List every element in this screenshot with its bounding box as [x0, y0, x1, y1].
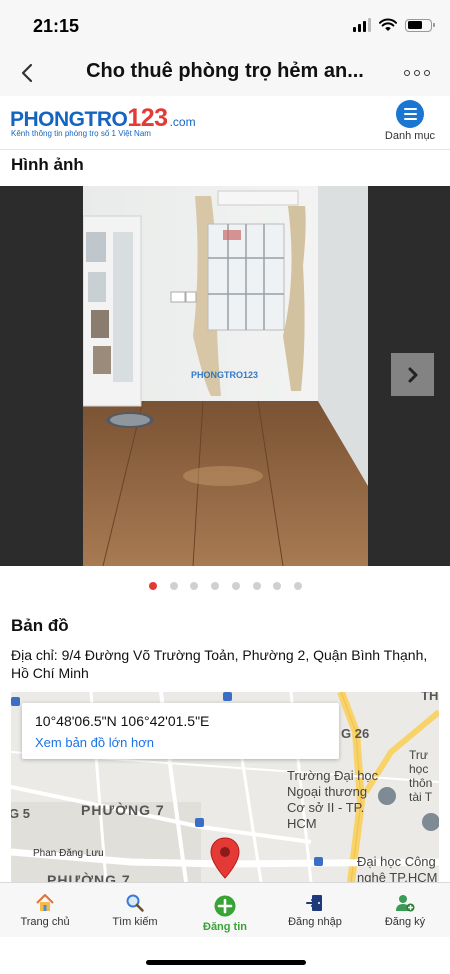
map-view[interactable]: PHƯỜNG 7 PHƯỜNG 7 G 5 G 26 TH Phan Đăng …	[11, 692, 439, 882]
image-gallery[interactable]: PHONGTRO123	[0, 186, 450, 566]
home-icon	[36, 894, 54, 911]
more-options-icon[interactable]	[404, 70, 430, 76]
menu-label: Danh mục	[384, 130, 436, 142]
battery-icon	[405, 18, 435, 32]
search-icon	[126, 894, 144, 912]
tab-register[interactable]: Đăng ký	[360, 889, 450, 935]
pagination-dot[interactable]	[149, 582, 157, 590]
site-header: PHONGTRO 123 .com Kênh thông tin phòng t…	[0, 96, 450, 150]
tab-home-label: Trang chủ	[20, 916, 70, 928]
pagination-dot[interactable]	[231, 582, 240, 590]
map-label-university: Trường Đại học Ngoại thương Cơ sở II - T…	[287, 768, 379, 831]
photo-watermark: PHONGTRO123	[191, 370, 258, 380]
home-indicator	[146, 960, 306, 965]
tab-search[interactable]: Tìm kiếm	[90, 889, 180, 935]
status-time: 21:15	[33, 16, 80, 36]
tab-search-label: Tìm kiếm	[112, 916, 158, 928]
map-label-university2: Đại học Công nghệ TP.HCM	[357, 854, 438, 882]
add-post-icon	[214, 895, 236, 917]
address-text: Địa chỉ: 9/4 Đường Võ Trường Toản, Phườn…	[11, 647, 428, 681]
logo-domain-text: .com	[169, 115, 196, 129]
status-bar: 21:15	[0, 0, 450, 52]
map-label-ward5: G 5	[11, 806, 30, 821]
room-photo: PHONGTRO123	[83, 186, 368, 566]
login-icon	[306, 895, 322, 911]
map-label-ward26: G 26	[341, 726, 370, 741]
next-image-button[interactable]	[391, 353, 434, 396]
map-coordinates: 10°48'06.5"N 106°42'01.5"E	[35, 713, 210, 729]
back-icon[interactable]	[12, 58, 42, 88]
map-heading: Bản đồ	[11, 616, 69, 635]
pagination-dot[interactable]	[273, 582, 282, 590]
navigation-bar: Cho thuê phòng trọ hẻm an...	[0, 52, 450, 96]
pagination-dot[interactable]	[252, 582, 261, 590]
chevron-right-icon	[408, 367, 417, 382]
tab-home[interactable]: Trang chủ	[0, 889, 90, 935]
wifi-icon	[379, 18, 397, 31]
map-label-right-top: Trư học thôn tài T	[409, 748, 433, 804]
images-heading: Hình ảnh	[11, 155, 84, 174]
view-larger-map-link[interactable]: Xem bản đồ lớn hơn	[35, 735, 154, 750]
map-label-top-right: TH	[421, 692, 439, 703]
logo-tagline: Kênh thông tin phòng trọ số 1 Việt Nam	[11, 129, 151, 138]
menu-icon	[396, 100, 424, 128]
gallery-pagination	[0, 582, 450, 592]
tab-register-label: Đăng ký	[384, 916, 426, 928]
status-icons	[353, 18, 435, 32]
pagination-dot[interactable]	[293, 582, 302, 590]
location-pin-icon[interactable]	[210, 837, 240, 879]
register-icon	[396, 895, 415, 912]
tab-login-label: Đăng nhập	[288, 916, 342, 928]
bottom-tab-bar: Trang chủ Tìm kiếm Đăng tin Đăng nhập Đă…	[0, 882, 450, 937]
pagination-dot[interactable]	[169, 582, 178, 590]
category-menu-button[interactable]: Danh mục	[382, 100, 438, 146]
tab-login[interactable]: Đăng nhập	[270, 889, 360, 935]
pagination-dot[interactable]	[211, 582, 220, 590]
map-label-ward7b: PHƯỜNG 7	[47, 872, 131, 882]
pagination-dot[interactable]	[190, 582, 199, 590]
map-label-ward7: PHƯỜNG 7	[81, 802, 165, 818]
signal-icon	[353, 18, 371, 32]
tab-post-label: Đăng tin	[203, 921, 247, 933]
map-label-street: Phan Đăng Lưu	[33, 848, 104, 859]
tab-post[interactable]: Đăng tin	[180, 889, 270, 935]
map-info-card: 10°48'06.5"N 106°42'01.5"E Xem bản đồ lớ…	[22, 703, 339, 759]
page-title: Cho thuê phòng trọ hẻm an...	[86, 60, 364, 82]
